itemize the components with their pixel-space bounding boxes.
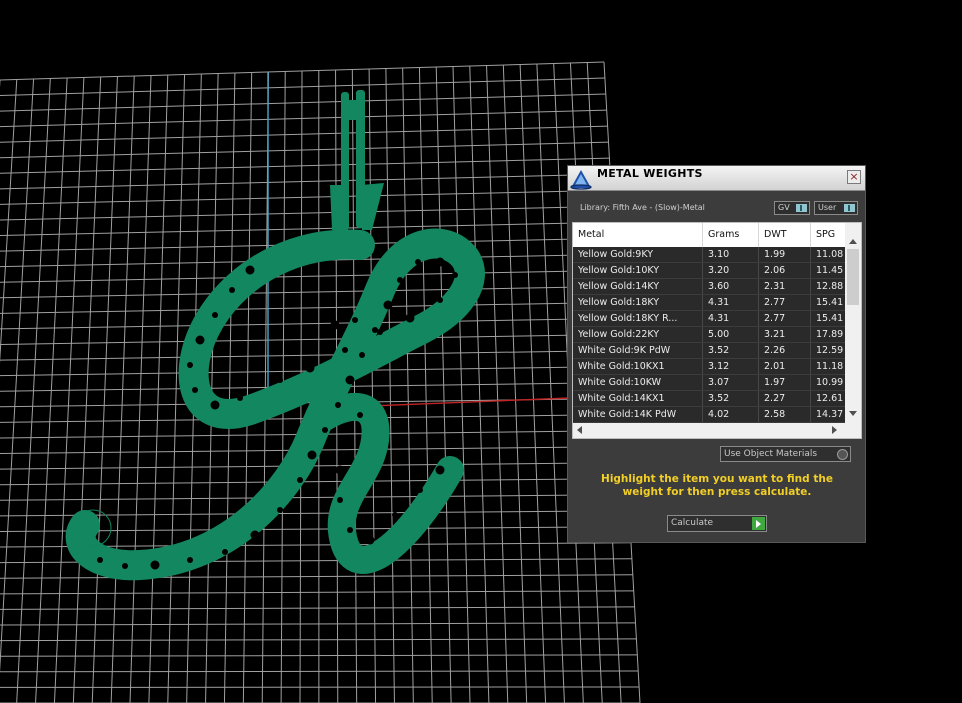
cell-dwt: 1.97 [759, 375, 811, 390]
metal-weights-panel: METAL WEIGHTS × Library: Fifth Ave - (Sl… [567, 165, 866, 543]
cell-grams: 3.07 [703, 375, 759, 390]
table-row[interactable]: Yellow Gold:22KY 5.00 3.21 17.89 [573, 327, 845, 343]
user-toggle[interactable]: User [814, 201, 858, 215]
cell-spg: 12.59 [816, 345, 844, 356]
cell-grams: 3.52 [703, 343, 759, 358]
scroll-thumb[interactable] [847, 249, 859, 305]
pendant-model[interactable] [65, 90, 485, 581]
cell-dwt: 2.27 [759, 391, 811, 406]
cell-spg: 12.61 [816, 393, 844, 404]
cell-metal: White Gold:14KX1 [573, 391, 703, 406]
cell-spg: 15.41 [816, 313, 844, 324]
cell-metal: Yellow Gold:10KY [573, 263, 703, 278]
cell-dwt: 2.58 [759, 407, 811, 422]
header-grams[interactable]: Grams [703, 223, 759, 247]
instruction-text: Highlight the item you want to find the … [601, 473, 833, 498]
cell-dwt: 2.06 [759, 263, 811, 278]
cell-dwt: 2.31 [759, 279, 811, 294]
cell-spg: 12.88 [816, 281, 844, 292]
cell-metal: Yellow Gold:18KY [573, 295, 703, 310]
cell-spg: 11.18 [816, 361, 844, 372]
cell-grams: 3.60 [703, 279, 759, 294]
table-row[interactable]: Yellow Gold:14KY 3.60 2.31 12.88 [573, 279, 845, 295]
cell-metal: White Gold:10KW [573, 375, 703, 390]
table-row[interactable]: Yellow Gold:18KY 4.31 2.77 15.41 [573, 295, 845, 311]
toggle-switch-icon [796, 204, 807, 212]
cell-dwt: 1.99 [759, 247, 811, 262]
table-row[interactable]: White Gold:14KX1 3.52 2.27 12.61 [573, 391, 845, 407]
table-row[interactable]: White Gold:9K PdW 3.52 2.26 12.59 [573, 343, 845, 359]
app-logo-icon [570, 170, 592, 190]
cell-dwt: 2.26 [759, 343, 811, 358]
cell-dwt: 2.01 [759, 359, 811, 374]
play-arrow-icon [752, 517, 765, 530]
cell-spg: 15.41 [816, 297, 844, 308]
table-row[interactable]: White Gold:14K PdW 4.02 2.58 14.37 [573, 407, 845, 423]
cell-grams: 3.20 [703, 263, 759, 278]
cell-grams: 4.02 [703, 407, 759, 422]
window-title: METAL WEIGHTS [597, 167, 703, 180]
header-dwt[interactable]: DWT [759, 223, 811, 247]
table-row[interactable]: Yellow Gold:18KY R... 4.31 2.77 15.41 [573, 311, 845, 327]
use-object-materials-toggle[interactable]: Use Object Materials [720, 446, 851, 462]
table-body: Yellow Gold:9KY 3.10 1.99 11.08 Yellow Gold:… [573, 247, 845, 423]
cell-spg: 10.99 [816, 377, 844, 388]
library-label: Library: Fifth Ave - (Slow)-Metal [580, 203, 705, 212]
header-metal[interactable]: Metal [573, 223, 703, 247]
use-object-materials-label: Use Object Materials [724, 449, 818, 459]
radio-icon [837, 449, 848, 460]
gv-toggle-label: GV [778, 203, 790, 212]
scroll-up-icon[interactable] [849, 239, 857, 244]
scroll-right-icon[interactable] [832, 426, 837, 434]
cell-dwt: 2.77 [759, 295, 811, 310]
toggle-switch-icon [844, 204, 855, 212]
calculate-label: Calculate [671, 518, 714, 528]
cell-grams: 4.31 [703, 311, 759, 326]
cell-metal: White Gold:10KX1 [573, 359, 703, 374]
scroll-left-icon[interactable] [577, 426, 582, 434]
cell-grams: 3.10 [703, 247, 759, 262]
vertical-scrollbar[interactable] [845, 223, 861, 423]
user-toggle-label: User [818, 203, 837, 212]
table-row[interactable]: White Gold:10KW 3.07 1.97 10.99 [573, 375, 845, 391]
table-header: Metal Grams DWT SPG [573, 223, 845, 247]
cell-spg: 17.89 [816, 329, 844, 340]
cell-spg: 11.45 [816, 265, 844, 276]
cell-grams: 4.31 [703, 295, 759, 310]
cell-grams: 5.00 [703, 327, 759, 342]
metal-table: Metal Grams DWT SPG Yellow Gold:9KY 3.10 1… [572, 222, 862, 439]
cell-metal: Yellow Gold:22KY [573, 327, 703, 342]
table-row[interactable]: White Gold:10KX1 3.12 2.01 11.18 [573, 359, 845, 375]
cell-grams: 3.12 [703, 359, 759, 374]
gv-toggle[interactable]: GV [774, 201, 810, 215]
pendant-bail [330, 90, 384, 230]
horizontal-scrollbar[interactable] [573, 423, 861, 438]
scroll-down-icon[interactable] [849, 411, 857, 416]
cell-dwt: 2.77 [759, 311, 811, 326]
cell-metal: White Gold:9K PdW [573, 343, 703, 358]
table-row[interactable]: Yellow Gold:10KY 3.20 2.06 11.45 [573, 263, 845, 279]
x-axis-line [369, 397, 571, 407]
cell-dwt: 3.21 [759, 327, 811, 342]
cell-metal: Yellow Gold:18KY R... [573, 311, 703, 326]
table-row[interactable]: Yellow Gold:9KY 3.10 1.99 11.08 [573, 247, 845, 263]
title-bar[interactable]: METAL WEIGHTS × [568, 166, 865, 191]
cell-spg: 14.37 [816, 409, 844, 420]
cell-metal: White Gold:14K PdW [573, 407, 703, 422]
cell-metal: Yellow Gold:9KY [573, 247, 703, 262]
cell-spg: 11.08 [816, 249, 844, 260]
close-icon[interactable]: × [847, 170, 861, 184]
cell-grams: 3.52 [703, 391, 759, 406]
calculate-button[interactable]: Calculate [667, 515, 767, 532]
header-spg[interactable]: SPG [811, 223, 845, 247]
cell-metal: Yellow Gold:14KY [573, 279, 703, 294]
